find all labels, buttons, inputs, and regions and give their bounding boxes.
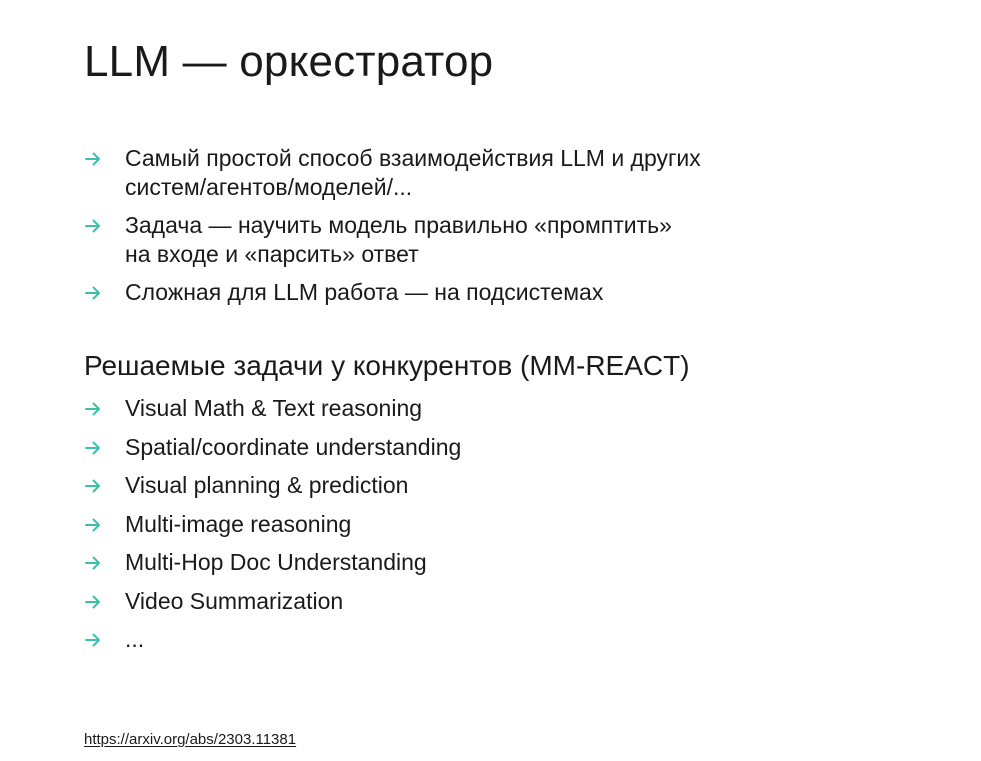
arrow-right-icon bbox=[85, 152, 100, 166]
list-item-text: ... bbox=[125, 626, 145, 652]
list-item-text-cont: систем/агентов/моделей/... bbox=[125, 174, 413, 200]
list-item: ... bbox=[84, 625, 461, 654]
list-item: Самый простой способ взаимодействия LLM … bbox=[84, 144, 701, 202]
list-item: Visual Math & Text reasoning bbox=[84, 394, 461, 423]
list-item: Сложная для LLM работа — на подсистемах bbox=[84, 278, 701, 307]
list-item: Visual planning & prediction bbox=[84, 471, 461, 500]
arrow-right-icon bbox=[85, 479, 100, 493]
section-subtitle: Решаемые задачи у конкурентов (MM-REACT) bbox=[84, 350, 690, 381]
list-item-text-cont: на входе и «парсить» ответ bbox=[125, 241, 419, 267]
list-item: Задача — научить модель правильно «промп… bbox=[84, 211, 701, 269]
arrow-right-icon bbox=[85, 556, 100, 570]
arrow-right-icon bbox=[85, 595, 100, 608]
main-bullet-list: Самый простой способ взаимодействия LLM … bbox=[84, 144, 701, 316]
page-title: LLM — оркестратор bbox=[84, 37, 494, 86]
arrow-right-icon bbox=[85, 286, 100, 300]
list-item: Spatial/coordinate understanding bbox=[84, 433, 461, 462]
list-item-text: Visual Math & Text reasoning bbox=[125, 395, 423, 421]
tasks-bullet-list: Visual Math & Text reasoning Spatial/coo… bbox=[84, 394, 461, 664]
arrow-right-icon bbox=[85, 441, 100, 454]
arrow-right-icon bbox=[85, 219, 100, 233]
list-item-text: Задача — научить модель правильно «промп… bbox=[125, 212, 672, 238]
list-item-text: Video Summarization bbox=[125, 587, 344, 614]
list-item: Multi-Hop Doc Understanding bbox=[84, 548, 461, 577]
list-item: Multi-image reasoning bbox=[84, 510, 461, 539]
list-item-text: Spatial/coordinate understanding bbox=[125, 433, 462, 460]
list-item-text: Multi-image reasoning bbox=[125, 510, 352, 537]
arrow-right-icon bbox=[85, 518, 100, 531]
list-item-text: Visual planning & prediction bbox=[125, 472, 409, 498]
arrow-right-icon bbox=[85, 402, 100, 416]
list-item: Video Summarization bbox=[84, 587, 461, 616]
list-item-text: Сложная для LLM работа — на подсистемах bbox=[125, 279, 604, 305]
list-item-text: Самый простой способ взаимодействия LLM … bbox=[125, 145, 701, 171]
arrow-right-icon bbox=[85, 633, 100, 647]
source-link[interactable]: https://arxiv.org/abs/2303.11381 bbox=[84, 731, 296, 748]
slide: LLM — оркестратор Самый простой способ в… bbox=[0, 0, 981, 761]
list-item-text: Multi-Hop Doc Understanding bbox=[125, 549, 427, 575]
